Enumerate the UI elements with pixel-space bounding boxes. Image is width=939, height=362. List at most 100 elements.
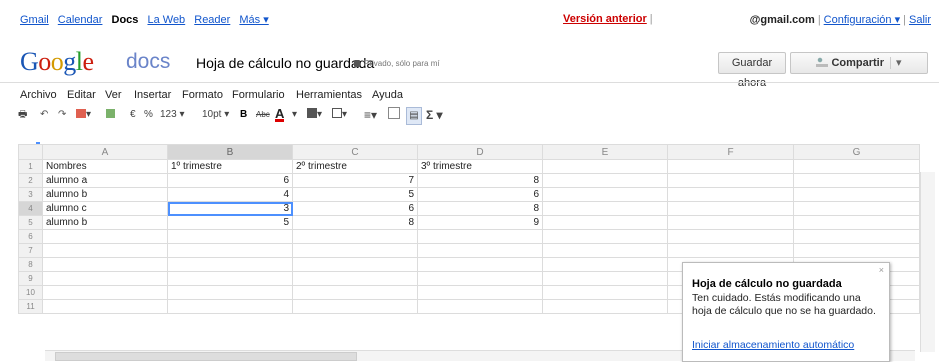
- grid-cell[interactable]: [167, 299, 293, 314]
- grid-cell[interactable]: [667, 159, 794, 174]
- grid-cell[interactable]: [542, 187, 668, 202]
- grid-cell[interactable]: [793, 229, 920, 244]
- grid-cell[interactable]: [667, 229, 794, 244]
- grid-cell[interactable]: Nombres: [42, 159, 168, 174]
- grid-cell[interactable]: [542, 159, 668, 174]
- grid-cell[interactable]: [793, 159, 920, 174]
- menu-herramientas[interactable]: Herramientas: [296, 89, 362, 101]
- grid-cell[interactable]: 9: [417, 215, 543, 230]
- grid-cell[interactable]: [167, 257, 293, 272]
- grid-cell[interactable]: [292, 285, 418, 300]
- grid-cell[interactable]: 1º trimestre: [167, 159, 293, 174]
- column-header[interactable]: A: [42, 144, 168, 160]
- wrap-text-icon[interactable]: ▤: [406, 107, 422, 125]
- grid-cell[interactable]: [542, 215, 668, 230]
- grid-cell[interactable]: [542, 299, 668, 314]
- grid-cell[interactable]: [542, 243, 668, 258]
- grid-cell[interactable]: 7: [292, 173, 418, 188]
- text-color-button[interactable]: A: [275, 107, 285, 122]
- grid-cell[interactable]: 8: [292, 215, 418, 230]
- column-header[interactable]: G: [793, 144, 920, 160]
- grid-cell[interactable]: 8: [417, 201, 543, 216]
- grid-cell[interactable]: [793, 243, 920, 258]
- menu-formulario[interactable]: Formulario: [232, 89, 285, 101]
- vertical-scrollbar[interactable]: [920, 172, 935, 352]
- grid-cell[interactable]: [42, 243, 168, 258]
- column-header[interactable]: F: [667, 144, 794, 160]
- row-header[interactable]: 8: [18, 257, 43, 272]
- grid-cell[interactable]: [542, 257, 668, 272]
- grid-cell[interactable]: [793, 215, 920, 230]
- undo-icon[interactable]: ↶: [40, 107, 48, 123]
- grid-cell[interactable]: [42, 229, 168, 244]
- grid-cell[interactable]: [292, 243, 418, 258]
- grid-cell[interactable]: 6: [417, 187, 543, 202]
- merge-cells-icon[interactable]: [388, 107, 400, 123]
- grid-cell[interactable]: 2º trimestre: [292, 159, 418, 174]
- fill-color-icon[interactable]: ▾: [307, 107, 322, 123]
- bold-button[interactable]: B: [240, 107, 247, 123]
- share-button[interactable]: Compartir ▾: [790, 52, 928, 74]
- grid-cell[interactable]: [167, 285, 293, 300]
- text-color-dropdown[interactable]: ▾: [292, 107, 297, 123]
- menu-archivo[interactable]: Archivo: [20, 89, 57, 101]
- more-link[interactable]: Más ▾: [239, 14, 268, 26]
- start-autosave-link[interactable]: Iniciar almacenamiento automático: [692, 339, 882, 352]
- grid-cell[interactable]: [292, 229, 418, 244]
- grid-cell[interactable]: [167, 271, 293, 286]
- grid-cell[interactable]: [542, 201, 668, 216]
- grid-cell[interactable]: [167, 229, 293, 244]
- close-icon[interactable]: ×: [879, 265, 884, 275]
- settings-link[interactable]: Configuración ▾: [824, 14, 900, 26]
- number-format-dropdown[interactable]: 123 ▾: [160, 107, 184, 123]
- menu-editar[interactable]: Editar: [67, 89, 96, 101]
- grid-cell[interactable]: alumno a: [42, 173, 168, 188]
- percent-button[interactable]: %: [144, 107, 153, 123]
- calendar-link[interactable]: Calendar: [58, 14, 103, 26]
- row-header[interactable]: 2: [18, 173, 43, 188]
- document-title[interactable]: Hoja de cálculo no guardada: [196, 55, 374, 71]
- reader-link[interactable]: Reader: [194, 14, 230, 26]
- grid-cell[interactable]: [42, 299, 168, 314]
- grid-cell[interactable]: 5: [167, 215, 293, 230]
- grid-cell[interactable]: [417, 285, 543, 300]
- docs-link-current[interactable]: Docs: [112, 14, 139, 26]
- grid-cell[interactable]: [292, 299, 418, 314]
- row-header[interactable]: 6: [18, 229, 43, 244]
- grid-cell[interactable]: [667, 243, 794, 258]
- row-header[interactable]: 1: [18, 159, 43, 174]
- row-header[interactable]: 11: [18, 299, 43, 314]
- gmail-link[interactable]: Gmail: [20, 14, 49, 26]
- google-logo[interactable]: Google: [20, 47, 94, 77]
- grid-cell[interactable]: [542, 271, 668, 286]
- menu-formato[interactable]: Formato: [182, 89, 223, 101]
- grid-cell[interactable]: [417, 271, 543, 286]
- grid-cell[interactable]: alumno b: [42, 215, 168, 230]
- column-header[interactable]: C: [292, 144, 418, 160]
- row-header[interactable]: 5: [18, 215, 43, 230]
- old-version-link[interactable]: Versión anterior: [563, 13, 647, 25]
- chevron-down-icon[interactable]: ▾: [890, 57, 902, 69]
- signout-link[interactable]: Salir: [909, 14, 931, 26]
- redo-icon[interactable]: ↷: [58, 107, 66, 123]
- corner-cell[interactable]: [18, 144, 43, 160]
- paint-format-icon[interactable]: ▾: [76, 107, 91, 123]
- grid-cell[interactable]: [167, 243, 293, 258]
- font-size-dropdown[interactable]: 10pt ▾: [202, 107, 229, 123]
- grid-cell[interactable]: [42, 285, 168, 300]
- grid-cell[interactable]: [793, 173, 920, 188]
- grid-cell[interactable]: [292, 271, 418, 286]
- clear-format-icon[interactable]: [106, 107, 115, 123]
- grid-cell[interactable]: [667, 187, 794, 202]
- grid-cell[interactable]: 6: [167, 173, 293, 188]
- row-header[interactable]: 3: [18, 187, 43, 202]
- grid-cell[interactable]: [793, 201, 920, 216]
- column-header[interactable]: B: [167, 144, 293, 160]
- align-icon[interactable]: ≡▾: [364, 107, 377, 123]
- grid-cell[interactable]: [667, 215, 794, 230]
- grid-cell[interactable]: alumno c: [42, 201, 168, 216]
- column-header[interactable]: D: [417, 144, 543, 160]
- save-now-button[interactable]: Guardar ahora: [718, 52, 786, 89]
- grid-cell[interactable]: [417, 257, 543, 272]
- currency-button[interactable]: €: [130, 107, 136, 123]
